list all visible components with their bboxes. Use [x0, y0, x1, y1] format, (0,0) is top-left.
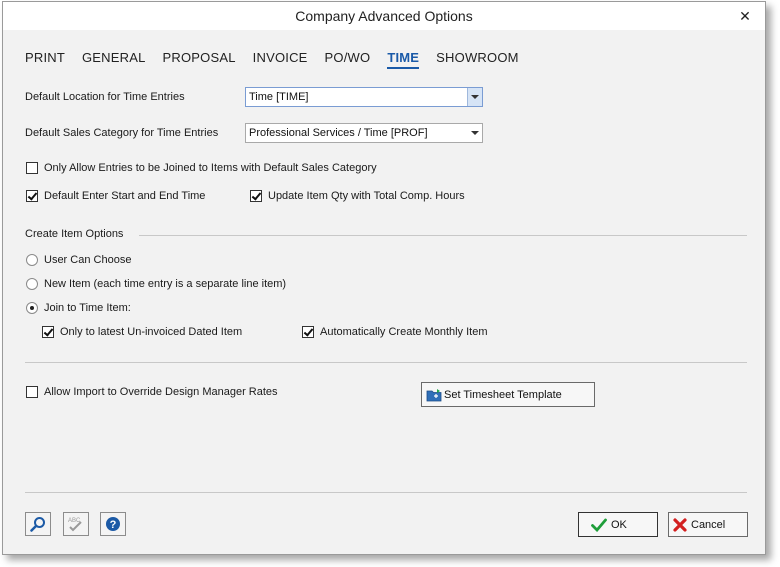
- default-sales-value: Professional Services / Time [PROF]: [249, 127, 428, 139]
- default-location-label: Default Location for Time Entries: [25, 91, 185, 103]
- checkbox-box[interactable]: [42, 326, 54, 338]
- radio-label: User Can Choose: [44, 254, 132, 266]
- tab-bar: PRINT GENERAL PROPOSAL INVOICE PO/WO TIM…: [25, 50, 536, 70]
- only-allow-label: Only Allow Entries to be Joined to Items…: [44, 162, 377, 174]
- help-icon: ?: [105, 516, 121, 532]
- checkbox-box[interactable]: [26, 190, 38, 202]
- radio-label: New Item (each time entry is a separate …: [44, 278, 287, 290]
- search-button[interactable]: [25, 512, 51, 536]
- allow-import-label: Allow Import to Override Design Manager …: [44, 386, 278, 398]
- default-sales-select[interactable]: Professional Services / Time [PROF]: [245, 123, 483, 143]
- only-latest-checkbox[interactable]: Only to latest Un-invoiced Dated Item: [42, 326, 242, 338]
- title-bar: Company Advanced Options ✕: [3, 2, 765, 30]
- radio-label: Join to Time Item:: [44, 302, 131, 314]
- chevron-down-icon[interactable]: [467, 88, 482, 106]
- tab-po-wo[interactable]: PO/WO: [325, 50, 371, 69]
- create-item-section-label: Create Item Options: [25, 228, 124, 240]
- cancel-x-icon: [672, 517, 688, 533]
- default-enter-checkbox[interactable]: Default Enter Start and End Time: [26, 190, 205, 202]
- radio-circle[interactable]: [26, 278, 38, 290]
- set-timesheet-template-button[interactable]: Set Timesheet Template: [421, 382, 595, 407]
- checkbox-box[interactable]: [302, 326, 314, 338]
- radio-circle[interactable]: [26, 302, 38, 314]
- chevron-down-icon[interactable]: [467, 124, 482, 142]
- cancel-label: Cancel: [691, 518, 726, 531]
- set-timesheet-template-label: Set Timesheet Template: [444, 388, 562, 401]
- radio-join-time-item[interactable]: Join to Time Item:: [26, 302, 131, 314]
- default-enter-label: Default Enter Start and End Time: [44, 190, 206, 202]
- only-allow-checkbox[interactable]: Only Allow Entries to be Joined to Items…: [26, 162, 377, 174]
- radio-new-item[interactable]: New Item (each time entry is a separate …: [26, 278, 286, 290]
- tab-general[interactable]: GENERAL: [82, 50, 146, 69]
- default-location-select[interactable]: Time [TIME]: [245, 87, 483, 107]
- tab-print[interactable]: PRINT: [25, 50, 65, 69]
- only-latest-label: Only to latest Un-invoiced Dated Item: [60, 326, 243, 338]
- check-icon: [591, 518, 607, 532]
- ok-button[interactable]: OK: [578, 512, 658, 537]
- tab-invoice[interactable]: INVOICE: [253, 50, 308, 69]
- default-location-value: Time [TIME]: [249, 91, 309, 103]
- checkbox-box[interactable]: [26, 162, 38, 174]
- auto-monthly-checkbox[interactable]: Automatically Create Monthly Item: [302, 326, 488, 338]
- folder-icon: [426, 388, 442, 402]
- auto-monthly-label: Automatically Create Monthly Item: [320, 326, 488, 338]
- footer-divider: [25, 492, 747, 493]
- spellcheck-icon: ABC: [67, 516, 85, 532]
- dialog-window: Company Advanced Options ✕ PRINT GENERAL…: [2, 1, 766, 555]
- section-divider: [139, 235, 747, 236]
- update-qty-checkbox[interactable]: Update Item Qty with Total Comp. Hours: [250, 190, 465, 202]
- radio-user-can-choose[interactable]: User Can Choose: [26, 254, 131, 266]
- divider: [25, 362, 747, 363]
- checkbox-box[interactable]: [250, 190, 262, 202]
- default-sales-label: Default Sales Category for Time Entries: [25, 127, 219, 139]
- help-button[interactable]: ?: [100, 512, 126, 536]
- svg-text:?: ?: [110, 519, 117, 531]
- tab-time[interactable]: TIME: [387, 50, 420, 69]
- cancel-button[interactable]: Cancel: [668, 512, 748, 537]
- radio-circle[interactable]: [26, 254, 38, 266]
- spellcheck-button[interactable]: ABC: [63, 512, 89, 536]
- tab-showroom[interactable]: SHOWROOM: [436, 50, 518, 69]
- allow-import-checkbox[interactable]: Allow Import to Override Design Manager …: [26, 386, 278, 398]
- tab-proposal[interactable]: PROPOSAL: [163, 50, 236, 69]
- ok-label: OK: [611, 518, 627, 531]
- close-icon[interactable]: ✕: [737, 8, 753, 24]
- window-title: Company Advanced Options: [295, 8, 473, 24]
- magnifier-icon: [30, 516, 46, 532]
- update-qty-label: Update Item Qty with Total Comp. Hours: [268, 190, 465, 202]
- checkbox-box[interactable]: [26, 386, 38, 398]
